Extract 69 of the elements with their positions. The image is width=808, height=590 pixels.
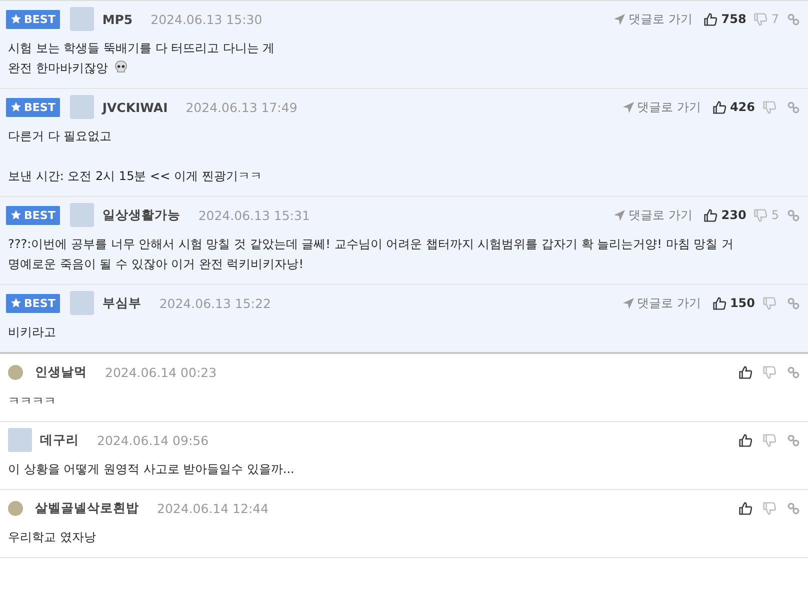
link-icon[interactable] (787, 434, 800, 446)
thumbs-down-icon[interactable] (754, 12, 768, 26)
dislike-count[interactable] (763, 296, 779, 310)
comment-date: 2024.06.13 17:49 (186, 100, 298, 114)
send-icon (623, 102, 634, 112)
thumbs-down-icon[interactable] (763, 100, 776, 114)
user-name[interactable]: JVCKIWAI (102, 100, 168, 114)
comment-text: 비키라고 (8, 324, 57, 341)
comment-text: ㅋㅋㅋㅋ (8, 393, 57, 410)
goto-reply-link[interactable]: 댓글로 가기 (614, 10, 692, 28)
dislike-count[interactable] (763, 502, 779, 514)
goto-reply-link[interactable]: 댓글로 가기 (623, 98, 701, 116)
send-icon (623, 298, 634, 308)
link-icon[interactable] (787, 502, 800, 514)
comment-date: 2024.06.14 12:44 (157, 500, 269, 516)
like-count[interactable]: 758 (704, 12, 746, 26)
user-name[interactable]: MP5 (102, 12, 133, 26)
dislike-count[interactable] (763, 100, 779, 114)
like-count[interactable] (739, 434, 755, 446)
comment-text: 완전 한마바키잖앙 (8, 58, 798, 78)
user-name[interactable]: 부심부 (102, 294, 142, 312)
thumbs-down-icon[interactable] (763, 434, 776, 446)
comment-date: 2024.06.14 09:56 (97, 432, 209, 448)
like-count[interactable] (739, 502, 755, 514)
thumbs-down-icon[interactable] (763, 366, 776, 378)
like-count[interactable]: 150 (712, 296, 755, 310)
thumbs-up-icon[interactable] (739, 502, 752, 514)
comment-text: 이 상황을 어떻게 원영적 사고로 받아들일수 있을까... (8, 461, 296, 478)
dislike-count[interactable] (763, 366, 779, 378)
comment-date: 2024.06.13 15:30 (150, 12, 262, 26)
thumbs-up-icon[interactable] (712, 296, 726, 310)
link-icon[interactable] (787, 100, 800, 114)
comment-date: 2024.06.13 15:22 (159, 296, 271, 310)
comment-date: 2024.06.13 15:31 (198, 208, 310, 222)
comment-text: 다른거 다 필요없고 (8, 128, 113, 145)
comment-text: 우리학교 였자낭 (8, 529, 97, 546)
link-icon[interactable] (787, 208, 800, 222)
best-badge: BEST (6, 98, 60, 116)
send-icon (614, 14, 626, 24)
thumbs-up-icon[interactable] (739, 366, 752, 378)
like-count[interactable] (739, 366, 755, 378)
link-icon[interactable] (787, 296, 800, 310)
like-count[interactable]: 426 (712, 100, 755, 114)
link-icon[interactable] (787, 366, 800, 378)
thumbs-up-icon[interactable] (704, 208, 718, 222)
send-icon (614, 210, 626, 220)
best-badge: BEST (6, 294, 60, 312)
thumbs-down-icon[interactable] (754, 208, 768, 222)
thumbs-down-icon[interactable] (763, 296, 776, 310)
user-name[interactable]: 일상생활가능 (102, 206, 180, 224)
user-name[interactable]: 인생날먹 (35, 364, 87, 380)
best-badge: BEST (6, 206, 60, 224)
comment-text: 보낸 시간: 오전 2시 15분 << 이게 찐광기ㅋㅋ (8, 168, 263, 185)
thumbs-up-icon[interactable] (712, 100, 726, 114)
comment-text: ???:이번에 공부를 너무 안해서 시험 망칠 것 같았는데 글쎄! 교수님이 어려운 챕터까지 시험범위를 갑자기 확 늘리는거양! 마침 망칠 거 (8, 236, 734, 253)
dislike-count[interactable] (763, 434, 779, 446)
comment-text: 명예로운 죽음이 될 수 있잖아 이거 완전 럭키비키자낭! (8, 256, 305, 273)
link-icon[interactable] (787, 12, 800, 26)
thumbs-up-icon[interactable] (739, 434, 752, 446)
user-name[interactable]: 살벨골넬삭로흰밥 (35, 500, 139, 516)
user-name[interactable]: 데구리 (40, 432, 79, 448)
goto-reply-link[interactable]: 댓글로 가기 (614, 206, 692, 224)
comment-date: 2024.06.14 00:23 (105, 364, 217, 380)
comment-text: 시험 보는 학생들 뚝배기를 다 터뜨리고 다니는 게 (8, 40, 276, 57)
goto-reply-link[interactable]: 댓글로 가기 (623, 294, 701, 312)
thumbs-up-icon[interactable] (704, 12, 718, 26)
best-badge: BEST (6, 10, 60, 28)
thumbs-down-icon[interactable] (763, 502, 776, 514)
like-count[interactable]: 230 (704, 208, 746, 222)
